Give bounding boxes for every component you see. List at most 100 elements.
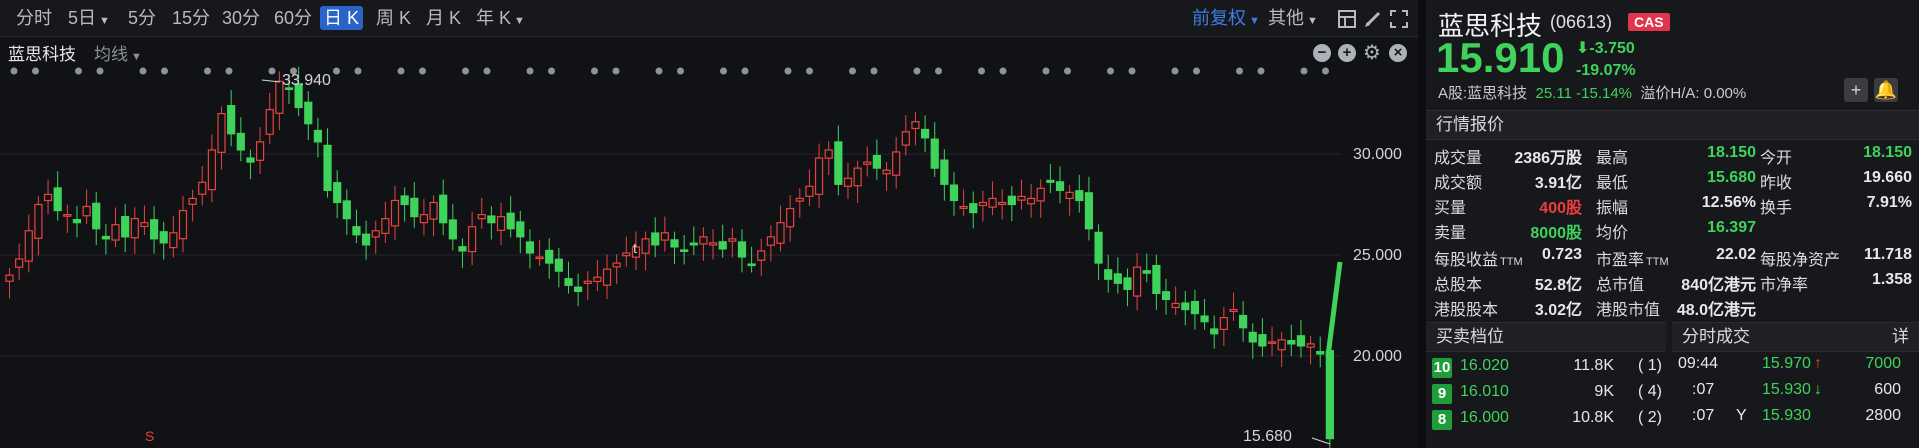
event-dot [225, 67, 233, 75]
candle-body [169, 232, 178, 249]
candle-body [1065, 191, 1074, 200]
candle-body [708, 242, 718, 246]
event-dot [10, 67, 18, 75]
period-30min[interactable]: 30分 [218, 6, 264, 30]
zoom-in-icon[interactable]: + [1338, 44, 1356, 62]
candle-body [814, 157, 824, 195]
period-week-k[interactable]: 周 K [372, 6, 415, 30]
candle-body [805, 185, 814, 197]
candle-body [641, 238, 650, 254]
candle-body [333, 182, 342, 204]
chart-subbar: 蓝思科技 均线 ▼ − + ⚙ × [0, 37, 1418, 65]
tick-row[interactable]: 09:44 15.970 ↑ 7000 [1672, 352, 1919, 378]
kline-chart-area[interactable]: 分时 5日 ▼ 5分 15分 30分 60分 日 K 周 K 月 K 年 K ▼ 前… [0, 0, 1418, 448]
candle-body [1007, 195, 1016, 206]
period-intraday[interactable]: 分时 [12, 6, 56, 30]
event-dot [1236, 67, 1243, 75]
alert-bell-icon[interactable]: 🔔 [1874, 78, 1898, 102]
event-dot [1257, 67, 1265, 75]
other-dropdown[interactable]: 其他 ▼ [1268, 6, 1318, 30]
ticks-header: 分时成交详 [1672, 322, 1919, 352]
orderbook-row[interactable]: 10 16.020 11.8K ( 1) [1426, 354, 1666, 380]
event-dot [548, 67, 555, 75]
y-tick-20: 20.000 [1353, 348, 1402, 365]
candle-body [525, 241, 535, 254]
event-dot [1300, 67, 1308, 75]
event-dot [139, 67, 147, 75]
settings-gear-icon[interactable]: ⚙ [1363, 43, 1381, 63]
tick-row[interactable]: :07 Y 15.930 2800 [1672, 404, 1919, 430]
orderbook-row[interactable]: 9 16.010 9K ( 4) [1426, 380, 1666, 406]
detail-link[interactable]: 详 [1892, 323, 1909, 351]
candle-body [429, 201, 438, 220]
candle-body [545, 249, 554, 264]
event-dot [1322, 67, 1329, 75]
event-dot [462, 67, 469, 75]
draw-pen-icon[interactable] [1364, 10, 1382, 28]
stat-value: 2386万股 [1514, 150, 1582, 167]
candle-body [901, 131, 910, 146]
candle-body [304, 101, 313, 125]
candle-body [92, 202, 101, 230]
candle-body [1229, 308, 1238, 313]
candle-body [593, 276, 602, 283]
candle-body [1123, 277, 1132, 290]
fundamental-value: 3.02亿 [1534, 302, 1582, 319]
candle-body [400, 195, 409, 206]
close-icon[interactable]: × [1389, 44, 1407, 62]
panel-divider[interactable] [1418, 0, 1426, 448]
candle-body [602, 268, 612, 286]
candle-body [188, 197, 197, 205]
candle-body [390, 199, 400, 227]
trade-marker: t [633, 240, 637, 256]
candle-body [439, 194, 448, 224]
quote-panel: 蓝思科技 (06613) CAS 15.910 ⬇-3.750 -19.07% … [1426, 0, 1919, 448]
candle-body [670, 239, 679, 248]
event-dot [913, 67, 921, 75]
period-60min[interactable]: 60分 [270, 6, 316, 30]
event-dot [526, 67, 534, 75]
zoom-out-icon[interactable]: − [1313, 44, 1331, 62]
stat-value: 12.56% [1701, 194, 1756, 211]
event-dot [655, 67, 663, 75]
period-toolbar: 分时 5日 ▼ 5分 15分 30分 60分 日 K 周 K 月 K 年 K ▼ 前… [0, 0, 1418, 37]
event-dot [806, 67, 813, 75]
add-watchlist-button[interactable]: + [1844, 78, 1868, 102]
orderbook-row[interactable]: 8 16.000 10.8K ( 2) [1426, 406, 1666, 432]
fullscreen-icon[interactable] [1390, 10, 1408, 28]
candle-body [988, 197, 997, 208]
tick-row[interactable]: :07 15.930 ↓ 600 [1672, 378, 1919, 404]
candle-body [1316, 351, 1325, 355]
chevron-down-icon: ▼ [514, 15, 525, 27]
candle-body [227, 105, 236, 135]
event-dot [161, 67, 168, 75]
candlestick-chart[interactable] [0, 62, 1418, 448]
event-dot [75, 67, 82, 75]
period-day-k[interactable]: 日 K [320, 6, 364, 30]
fundamental-value: 52.8亿 [1534, 277, 1582, 294]
candle-body [1055, 181, 1065, 191]
candle-body [863, 161, 872, 165]
period-5day[interactable]: 5日 ▼ [64, 6, 114, 30]
stat-value: 400股 [1539, 200, 1582, 217]
candle-body [1171, 302, 1180, 309]
arrow-down-icon: ⬇ [1576, 40, 1590, 57]
candle-body [1094, 231, 1103, 264]
fundamental-value: 840亿港元 [1681, 277, 1756, 294]
period-5min[interactable]: 5分 [124, 6, 160, 30]
chevron-down-icon: ▼ [1307, 15, 1318, 27]
candle-body [1161, 291, 1171, 301]
event-dot [591, 67, 598, 75]
order-volume: 11.8K [1573, 357, 1614, 374]
candle-body [949, 184, 959, 202]
candle-body [998, 201, 1007, 205]
layout-grid-icon[interactable] [1338, 10, 1356, 28]
adjust-dropdown[interactable]: 前复权 ▼ [1192, 6, 1260, 30]
period-15min[interactable]: 15分 [168, 6, 214, 30]
period-month-k[interactable]: 月 K [422, 6, 465, 30]
period-year-k[interactable]: 年 K ▼ [472, 6, 529, 30]
event-dot [720, 67, 727, 75]
event-dot [1171, 67, 1179, 75]
price-change: ⬇-3.750 [1576, 40, 1635, 57]
candle-body [1277, 339, 1286, 351]
